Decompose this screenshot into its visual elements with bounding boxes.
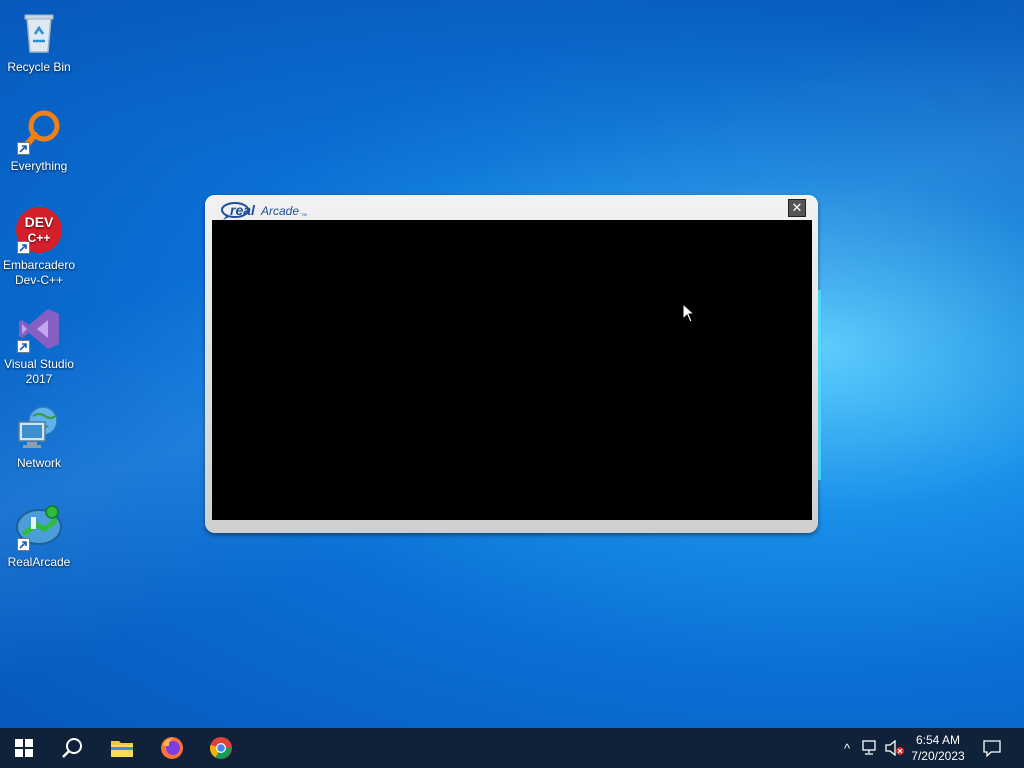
search-button[interactable] [48, 728, 96, 768]
realarcade-icon [15, 503, 63, 551]
realarcade-window[interactable]: real Arcade TM ✕ [205, 195, 818, 533]
window-glow-edge [818, 290, 821, 480]
game-content-area[interactable] [212, 220, 812, 520]
shortcut-arrow-icon [17, 538, 30, 551]
devcpp-icon: DEV C++ [15, 206, 63, 254]
svg-text:DEV: DEV [25, 214, 54, 230]
action-center-icon [983, 740, 1001, 757]
taskbar-clock[interactable]: 6:54 AM 7/20/2023 [908, 732, 968, 764]
network-tray-icon [862, 740, 876, 755]
firefox-icon [161, 737, 183, 759]
desktop-icon-recycle-bin[interactable]: Recycle Bin [2, 8, 76, 75]
volume-tray-button[interactable] [884, 728, 906, 768]
svg-text:TM: TM [301, 212, 307, 217]
chevron-up-icon: ^ [843, 740, 851, 756]
network-icon [15, 404, 63, 452]
desktop-icon-devcpp[interactable]: DEV C++ Embarcadero Dev-C++ [2, 206, 76, 288]
search-icon [62, 738, 82, 758]
desktop-icon-label: Visual Studio 2017 [4, 357, 74, 386]
desktop-icon-everything[interactable]: Everything [2, 107, 76, 174]
mouse-cursor-icon [682, 302, 696, 328]
desktop-icon-label: Recycle Bin [7, 60, 71, 74]
desktop-icon-visual-studio[interactable]: Visual Studio 2017 [2, 305, 76, 387]
recycle-bin-icon [15, 8, 63, 56]
show-hidden-icons-button[interactable]: ^ [838, 728, 856, 768]
desktop-icon-label: Everything [10, 159, 68, 173]
desktop-icon-label: Embarcadero Dev-C++ [2, 258, 76, 287]
file-explorer-icon [111, 741, 133, 757]
taskbar: ^ 6:54 AM 7/20/2023 [0, 728, 1024, 768]
windows-start-icon [15, 739, 33, 757]
taskbar-chrome[interactable] [197, 728, 245, 768]
volume-muted-icon [885, 740, 904, 756]
close-button[interactable]: ✕ [788, 199, 806, 217]
action-center-button[interactable] [978, 728, 1006, 768]
taskbar-firefox[interactable] [148, 728, 196, 768]
taskbar-file-explorer[interactable] [98, 728, 146, 768]
realarcade-logo: real Arcade TM [221, 199, 321, 220]
svg-text:Arcade: Arcade [260, 204, 299, 218]
shortcut-arrow-icon [17, 142, 30, 155]
desktop-icon-label: RealArcade [7, 555, 71, 569]
shortcut-arrow-icon [17, 241, 30, 254]
network-tray-button[interactable] [860, 728, 882, 768]
desktop-icon-label: Network [16, 456, 61, 470]
desktop-icon-network[interactable]: Network [2, 404, 76, 471]
shortcut-arrow-icon [17, 340, 30, 353]
start-button[interactable] [0, 728, 48, 768]
everything-search-icon [15, 107, 63, 155]
visual-studio-icon [15, 305, 63, 353]
svg-text:real: real [230, 202, 256, 218]
svg-text:C++: C++ [28, 231, 51, 245]
desktop-icon-realarcade[interactable]: RealArcade [2, 503, 76, 570]
chrome-icon [210, 737, 232, 759]
clock-time: 6:54 AM [915, 733, 961, 747]
clock-date: 7/20/2023 [911, 749, 965, 763]
